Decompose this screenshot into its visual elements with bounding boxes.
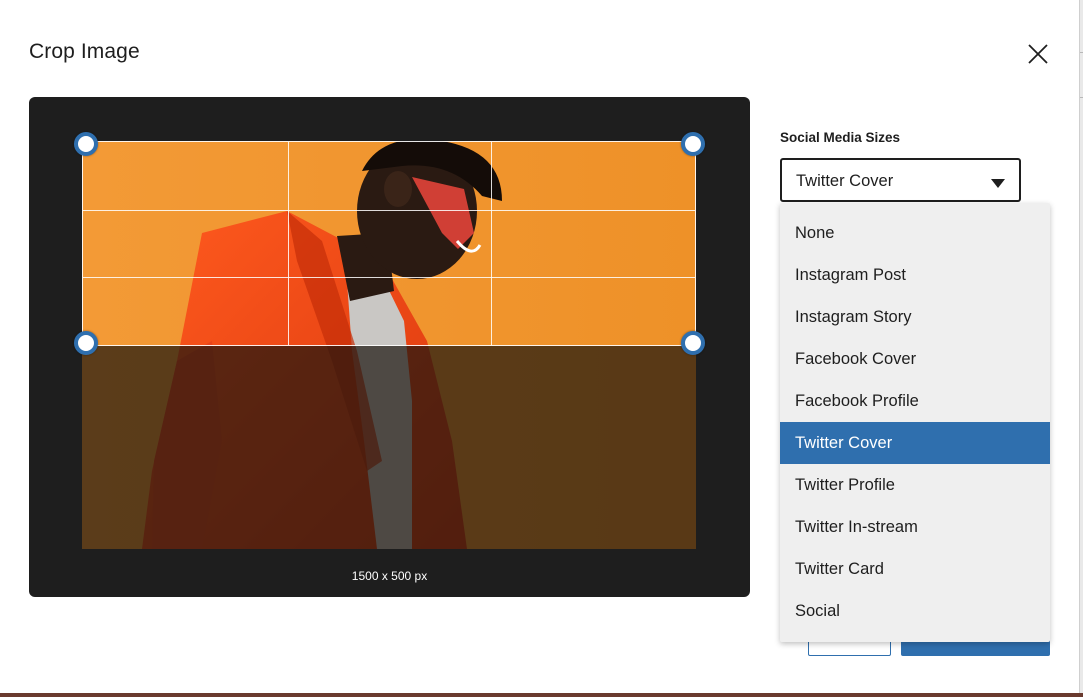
grid-line [83, 210, 695, 211]
option-twitter-cover[interactable]: Twitter Cover [780, 422, 1050, 464]
select-value: Twitter Cover [796, 172, 894, 190]
social-sizes-label: Social Media Sizes [780, 130, 901, 145]
option-facebook-cover[interactable]: Facebook Cover [780, 338, 1050, 380]
crop-handle-bottom-right[interactable] [681, 331, 705, 355]
crop-selection[interactable] [82, 141, 696, 346]
outside-crop-overlay [82, 346, 696, 549]
option-twitter-card[interactable]: Twitter Card [780, 548, 1050, 590]
background-page-edge [1079, 0, 1083, 697]
crop-dimensions-label: 1500 x 500 px [351, 569, 428, 583]
option-instagram-post[interactable]: Instagram Post [780, 254, 1050, 296]
social-sizes-select[interactable]: Twitter Cover [780, 158, 1021, 202]
option-none[interactable]: None [780, 212, 1050, 254]
crop-stage: 1500 x 500 px [29, 97, 750, 597]
crop-handle-bottom-left[interactable] [74, 331, 98, 355]
crop-handle-top-right[interactable] [681, 132, 705, 156]
crop-image-dialog: Crop Image 1500 x 500 px Social Media Si… [0, 0, 1083, 697]
crop-handle-top-left[interactable] [74, 132, 98, 156]
background-page-strip [0, 693, 1083, 697]
grid-line [83, 277, 695, 278]
option-twitter-in-stream[interactable]: Twitter In-stream [780, 506, 1050, 548]
option-instagram-story[interactable]: Instagram Story [780, 296, 1050, 338]
social-sizes-dropdown: None Instagram Post Instagram Story Face… [780, 203, 1050, 642]
close-button[interactable] [1022, 38, 1054, 70]
grid-line [288, 142, 289, 345]
option-facebook-profile[interactable]: Facebook Profile [780, 380, 1050, 422]
caret-down-icon [991, 176, 1005, 194]
grid-line [491, 142, 492, 345]
dialog-title: Crop Image [29, 40, 140, 63]
close-icon [1028, 44, 1048, 64]
option-social[interactable]: Social [780, 590, 1050, 632]
option-twitter-profile[interactable]: Twitter Profile [780, 464, 1050, 506]
